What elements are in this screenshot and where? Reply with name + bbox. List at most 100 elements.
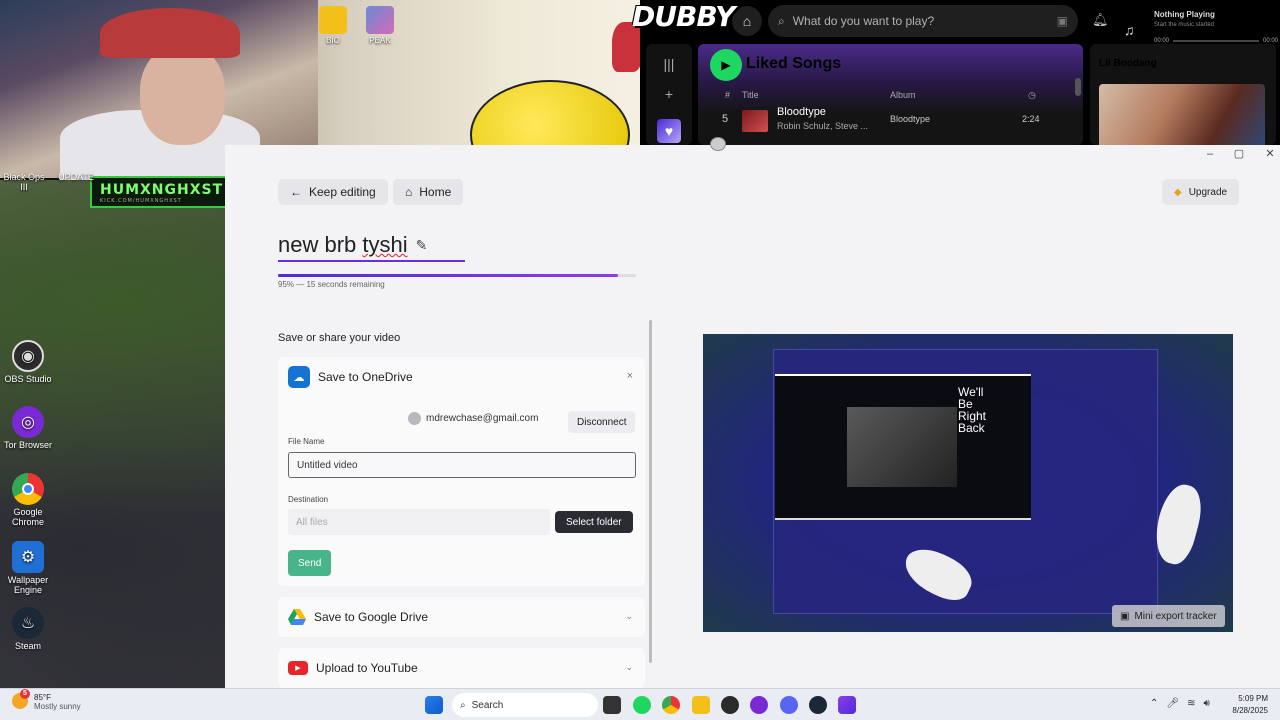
playlist-title: Liked Songs <box>746 55 842 72</box>
search-icon: ⌕ <box>778 13 785 28</box>
keep-editing-button[interactable]: ← Keep editing <box>278 179 388 205</box>
desktop-icon-obs[interactable]: ◉ OBS Studio <box>0 340 56 384</box>
export-progress-text: 95% — 15 seconds remaining <box>278 280 385 289</box>
browse-icon[interactable]: ▣ <box>1057 14 1068 28</box>
speaker-icon[interactable]: 🔊︎ <box>1203 698 1209 709</box>
sun-icon: 5 <box>12 689 30 709</box>
steam-icon: ♨ <box>12 607 44 639</box>
maximize-icon[interactable]: ▢ <box>1224 146 1254 162</box>
taskbar: 5 85°F Mostly sunny ⌕ Search ⌃ 🎤︎ ≋ 🔊︎ 5… <box>0 688 1280 720</box>
webcam-person-face <box>140 45 225 145</box>
spotify-theme-logo: DUBBY <box>632 0 735 33</box>
minimize-icon[interactable]: – <box>1195 146 1225 162</box>
google-drive-card-header[interactable]: Save to Google Drive <box>288 597 428 637</box>
now-playing-widget: Nothing Playing Start the music started … <box>1154 10 1278 44</box>
disconnect-button[interactable]: Disconnect <box>568 411 636 433</box>
clipchamp-icon[interactable] <box>838 696 856 714</box>
tor-icon[interactable] <box>750 696 768 714</box>
clock[interactable]: 5:09 PM 8/28/2025 <box>1232 693 1268 717</box>
desktop-icon-steam[interactable]: ♨ Steam <box>0 607 56 651</box>
window-titlebar[interactable]: – ▢ ✕ <box>225 137 1280 163</box>
onedrive-account: mdrewchase@gmail.com <box>408 412 538 425</box>
export-window: – ▢ ✕ ← Keep editing ⌂ Home ◆ Upgrade ne… <box>225 137 1280 688</box>
save-share-heading: Save or share your video <box>278 332 401 344</box>
wallpaper-engine-icon: ⚙ <box>12 541 44 573</box>
chevron-down-icon[interactable]: ⌄ <box>625 611 633 622</box>
track-row[interactable]: 5 Bloodtype Robin Schulz, Steve ... Bloo… <box>698 106 1083 134</box>
window-icon: ▣ <box>1120 610 1130 622</box>
select-folder-button[interactable]: Select folder <box>555 511 633 533</box>
system-tray: ⌃ 🎤︎ ≋ 🔊︎ <box>1150 698 1210 709</box>
windows-start-icon[interactable] <box>425 696 443 714</box>
upgrade-button[interactable]: ◆ Upgrade <box>1162 179 1240 205</box>
gem-icon: ◆ <box>1174 186 1182 198</box>
stream-overlay-logo: HUMXNGHXST KICK.COM/HUMXNGHXST <box>90 176 232 208</box>
desktop-icon-black-ops[interactable]: Black Ops III <box>0 172 48 192</box>
arrow-left-icon: ← <box>290 185 302 199</box>
spotify-icon[interactable] <box>633 696 651 714</box>
home-button[interactable]: ⌂ Home <box>393 179 464 205</box>
desktop-icon-update[interactable]: UPDATE <box>52 172 100 182</box>
taskbar-search[interactable]: ⌕ Search <box>452 693 598 717</box>
plus-icon[interactable]: + <box>657 82 681 106</box>
youtube-card-header[interactable]: ▶ Upload to YouTube <box>288 648 418 688</box>
desktop-icon-chrome[interactable]: Google Chrome <box>0 473 56 527</box>
file-name-label: File Name <box>288 437 325 446</box>
steam-icon[interactable] <box>809 696 827 714</box>
library-icon[interactable]: ||| <box>657 52 681 76</box>
home-icon[interactable]: ⌂ <box>732 6 762 36</box>
file-name-input[interactable]: Untitled video <box>288 452 636 478</box>
pencil-icon[interactable]: ✎ <box>416 237 428 254</box>
mini-export-tracker-button[interactable]: ▣ Mini export tracker <box>1112 605 1225 627</box>
desktop-icon-wallpaper-engine[interactable]: ⚙ Wallpaper Engine <box>0 541 56 595</box>
task-view-icon[interactable] <box>603 696 621 714</box>
clock-icon: ◷ <box>1028 90 1036 100</box>
panel-scrollbar[interactable] <box>649 320 652 663</box>
desktop-icon-tor[interactable]: ◎ Tor Browser <box>0 406 56 450</box>
wifi-icon[interactable]: ≋ <box>1187 698 1195 709</box>
microphone-icon[interactable]: 🎤︎ <box>1166 698 1179 709</box>
home-icon: ⌂ <box>405 185 413 199</box>
liked-heart-icon[interactable]: ♥ <box>657 119 681 143</box>
snap-cursor-icon <box>710 137 726 151</box>
tor-icon: ◎ <box>12 406 44 438</box>
spotify-library-rail: ||| + ♥ <box>646 44 692 145</box>
webcam-person-hat <box>100 8 240 58</box>
bell-icon[interactable]: 🔔︎ <box>1092 12 1109 28</box>
close-card-icon[interactable]: × <box>627 370 633 382</box>
youtube-icon: ▶ <box>288 661 308 675</box>
file-explorer-icon[interactable] <box>692 696 710 714</box>
destination-field[interactable]: All files <box>288 509 550 535</box>
discord-icon[interactable] <box>780 696 798 714</box>
spotify-artist-panel: Lil Boodang <box>1090 44 1276 145</box>
send-button[interactable]: Send <box>288 550 332 576</box>
avatar <box>408 412 421 425</box>
onedrive-card: ☁ Save to OneDrive × mdrewchase@gmail.co… <box>278 357 645 586</box>
spotify-search-input[interactable]: ⌕ What do you want to play? ▣ <box>768 5 1078 37</box>
weather-widget[interactable]: 5 85°F Mostly sunny <box>12 689 81 711</box>
chevron-down-icon[interactable]: ⌄ <box>625 662 633 673</box>
search-icon: ⌕ <box>460 699 466 711</box>
google-drive-card[interactable]: Save to Google Drive ⌄ <box>278 597 645 637</box>
destination-label: Destination <box>288 495 329 504</box>
close-icon[interactable]: ✕ <box>1255 146 1280 162</box>
music-note-icon[interactable]: ♫ <box>1124 22 1135 38</box>
export-progress-bar <box>278 274 636 277</box>
preview-camera-image <box>847 407 957 487</box>
youtube-card[interactable]: ▶ Upload to YouTube ⌄ <box>278 648 645 688</box>
play-button[interactable]: ▶ <box>710 49 742 81</box>
desktop-icon-peak[interactable]: PEAK <box>360 6 400 45</box>
obs-icon[interactable] <box>721 696 739 714</box>
chrome-icon[interactable] <box>662 696 680 714</box>
onedrive-card-header[interactable]: ☁ Save to OneDrive <box>288 357 413 397</box>
chevron-up-icon[interactable]: ⌃ <box>1150 698 1158 709</box>
obs-icon: ◉ <box>12 340 44 372</box>
google-drive-icon <box>288 609 306 625</box>
peak-app-icon <box>366 6 394 34</box>
project-title[interactable]: new brb tyshi ✎ <box>278 232 427 258</box>
preview-brb-text: We'll Be Right Back <box>958 385 987 435</box>
desktop-icon-bio[interactable]: BIO <box>313 6 353 45</box>
playlist-scrollbar[interactable] <box>1075 78 1081 96</box>
spotify-playlist-panel: ▶ Liked Songs # Title Album ◷ 5 Bloodtyp… <box>698 44 1083 145</box>
onedrive-icon: ☁ <box>288 366 310 388</box>
